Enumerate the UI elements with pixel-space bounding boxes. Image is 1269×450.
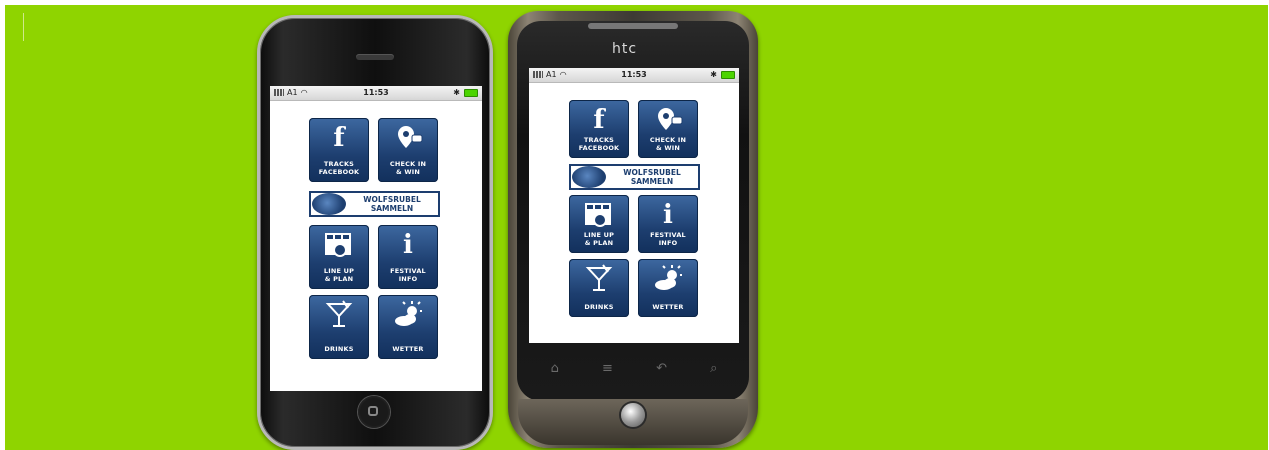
app-menu-grid: f TRACKS FACEBOOK CHECK IN & WIN WOLFSRUBE… bbox=[569, 100, 703, 325]
banner-line2: SAMMELN bbox=[370, 204, 414, 213]
corner-mark bbox=[23, 13, 24, 41]
weather-icon bbox=[638, 264, 698, 294]
map-pin-icon bbox=[638, 105, 698, 135]
app-menu-grid: f TRACKS FACEBOOK CHECK IN & WIN WOLFSRUBE… bbox=[309, 118, 443, 363]
status-bar: A1 ◠ 11:53 ✱ bbox=[529, 68, 739, 83]
tile-label: FACEBOOK bbox=[318, 168, 360, 176]
htc-logo: htc bbox=[612, 41, 638, 57]
tile-line-up-plan[interactable]: LINE UP & PLAN bbox=[569, 195, 629, 253]
tile-wetter[interactable]: WETTER bbox=[638, 259, 698, 317]
battery-icon bbox=[721, 70, 735, 79]
android-nav-bar: ⌂ ≡ ↶ ⌕ bbox=[529, 349, 739, 387]
tile-label: FESTIVAL bbox=[390, 267, 426, 275]
menu-icon[interactable]: ≡ bbox=[602, 361, 613, 376]
tile-label: CHECK IN bbox=[649, 136, 687, 144]
tile-festival-info[interactable]: i FESTIVAL INFO bbox=[638, 195, 698, 253]
tile-drinks[interactable]: DRINKS bbox=[309, 295, 369, 359]
tile-label: DRINKS bbox=[324, 345, 354, 353]
tile-tracks-facebook[interactable]: f TRACKS FACEBOOK bbox=[569, 100, 629, 158]
trackball-button[interactable] bbox=[621, 403, 645, 427]
banner-line1: WOLFSRUBEL bbox=[623, 168, 681, 177]
tile-label: LINE UP bbox=[583, 231, 615, 239]
status-right: ✱ bbox=[453, 88, 478, 97]
search-icon[interactable]: ⌕ bbox=[710, 361, 717, 376]
wolfsrubel-banner[interactable]: WOLFSRUBEL SAMMELN bbox=[569, 164, 700, 190]
cocktail-icon bbox=[569, 264, 629, 294]
tile-drinks[interactable]: DRINKS bbox=[569, 259, 629, 317]
tile-label: FACEBOOK bbox=[578, 144, 620, 152]
calendar-icon bbox=[309, 230, 369, 260]
htc-device: htc A1 ◠ 11:53 ✱ f TRACKS FACEBOOK CHECK… bbox=[508, 11, 758, 448]
home-icon[interactable]: ⌂ bbox=[551, 361, 559, 376]
banner-line1: WOLFSRUBEL bbox=[363, 195, 421, 204]
weather-icon bbox=[378, 300, 438, 330]
map-pin-icon bbox=[378, 123, 438, 153]
iphone-device: A1 ◠ 11:53 ✱ f TRACKS FACEBOOK CHECK IN … bbox=[257, 15, 493, 450]
earpiece-speaker bbox=[356, 54, 394, 60]
tile-label: INFO bbox=[658, 239, 678, 247]
htc-screen: A1 ◠ 11:53 ✱ f TRACKS FACEBOOK CHECK IN … bbox=[529, 68, 739, 343]
tile-wetter[interactable]: WETTER bbox=[378, 295, 438, 359]
tile-label: INFO bbox=[398, 275, 418, 283]
tile-label: LINE UP bbox=[323, 267, 355, 275]
back-icon[interactable]: ↶ bbox=[656, 361, 667, 376]
tile-label: TRACKS bbox=[323, 160, 355, 168]
wolfsrubel-banner[interactable]: WOLFSRUBEL SAMMELN bbox=[309, 191, 440, 217]
status-right: ✱ bbox=[710, 70, 735, 79]
iphone-screen: A1 ◠ 11:53 ✱ f TRACKS FACEBOOK CHECK IN … bbox=[270, 86, 482, 391]
tile-label: WETTER bbox=[392, 345, 424, 353]
info-icon: i bbox=[663, 200, 673, 230]
calendar-icon bbox=[569, 200, 629, 230]
facebook-f-icon: f bbox=[593, 105, 605, 135]
cocktail-icon bbox=[309, 300, 369, 330]
tile-tracks-facebook[interactable]: f TRACKS FACEBOOK bbox=[309, 118, 369, 182]
tile-label: & PLAN bbox=[324, 275, 354, 283]
tile-label: & WIN bbox=[396, 168, 420, 176]
info-icon: i bbox=[403, 230, 413, 260]
status-bar: A1 ◠ 11:53 ✱ bbox=[270, 86, 482, 101]
status-time: 11:53 bbox=[621, 70, 647, 79]
facebook-f-icon: f bbox=[333, 123, 345, 153]
tile-label: WETTER bbox=[652, 303, 684, 311]
bluetooth-icon: ✱ bbox=[710, 70, 717, 79]
status-time: 11:53 bbox=[363, 88, 389, 97]
battery-icon bbox=[464, 88, 478, 97]
tile-label: & PLAN bbox=[584, 239, 614, 247]
tile-check-in-win[interactable]: CHECK IN & WIN bbox=[378, 118, 438, 182]
tile-check-in-win[interactable]: CHECK IN & WIN bbox=[638, 100, 698, 158]
wolf-coin-icon bbox=[572, 166, 606, 188]
earpiece-grill bbox=[588, 23, 678, 29]
tile-label: FESTIVAL bbox=[650, 231, 686, 239]
tile-label: & WIN bbox=[656, 144, 680, 152]
home-button[interactable] bbox=[358, 396, 390, 428]
wolf-coin-icon bbox=[312, 193, 346, 215]
tile-label: TRACKS bbox=[583, 136, 615, 144]
banner-line2: SAMMELN bbox=[630, 177, 674, 186]
tile-line-up-plan[interactable]: LINE UP & PLAN bbox=[309, 225, 369, 289]
green-background: A1 ◠ 11:53 ✱ f TRACKS FACEBOOK CHECK IN … bbox=[5, 5, 1268, 450]
tile-festival-info[interactable]: i FESTIVAL INFO bbox=[378, 225, 438, 289]
bluetooth-icon: ✱ bbox=[453, 88, 460, 97]
tile-label: CHECK IN bbox=[389, 160, 427, 168]
tile-label: DRINKS bbox=[584, 303, 614, 311]
